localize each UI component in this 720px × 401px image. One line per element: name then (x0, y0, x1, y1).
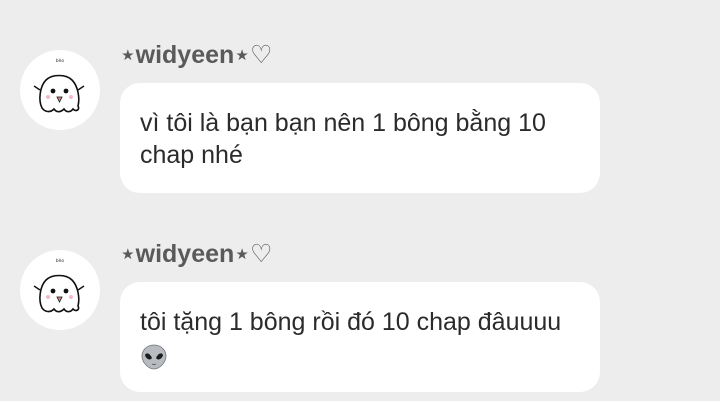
sender-name: ⋆widyeen⋆♡ (120, 41, 273, 69)
message-text: vì tôi là bạn bạn nên 1 bông bằng 10 cha… (140, 109, 546, 169)
message-text: tôi tặng 1 bông rồi đó 10 chap đâuuuu (140, 308, 562, 336)
message-bubble[interactable]: vì tôi là bạn bạn nên 1 bông bằng 10 cha… (120, 83, 600, 193)
message-bubble[interactable]: tôi tặng 1 bông rồi đó 10 chap đâuuuu (120, 282, 600, 392)
avatar[interactable]: bèo (20, 250, 100, 330)
avatar-caption: bèo (56, 257, 65, 264)
alien-icon (140, 343, 570, 371)
sender-name: ⋆widyeen⋆♡ (120, 240, 273, 268)
avatar[interactable]: bèo (20, 50, 100, 130)
avatar-caption: bèo (56, 57, 65, 64)
ghost-avatar-icon: bèo (33, 257, 85, 313)
ghost-avatar-icon: bèo (33, 57, 85, 113)
